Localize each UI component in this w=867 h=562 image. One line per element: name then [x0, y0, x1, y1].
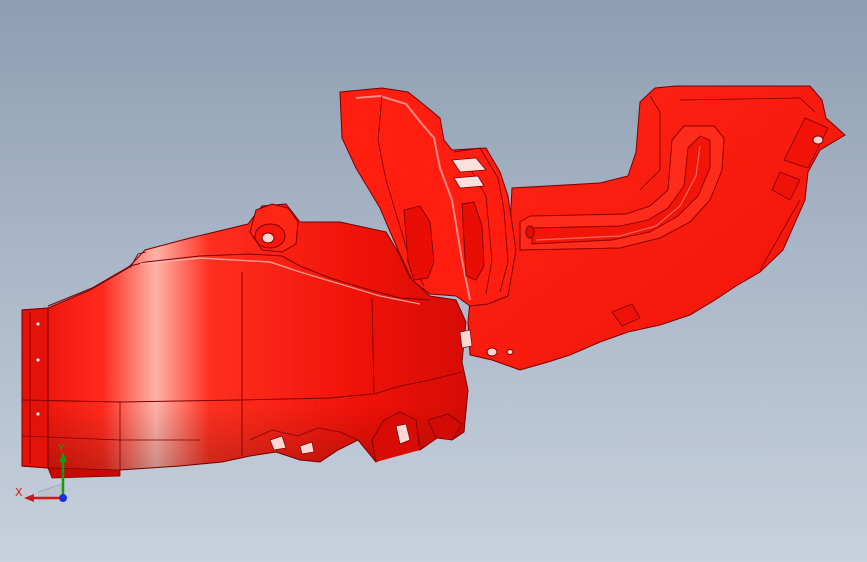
triad-axes-graphic	[24, 452, 67, 502]
cad-part-model[interactable]	[0, 0, 867, 562]
y-axis-label: Y	[58, 442, 65, 455]
x-axis-label: X	[15, 486, 23, 499]
orientation-triad: X Y	[10, 438, 80, 510]
3d-viewport[interactable]: X Y	[0, 0, 867, 562]
